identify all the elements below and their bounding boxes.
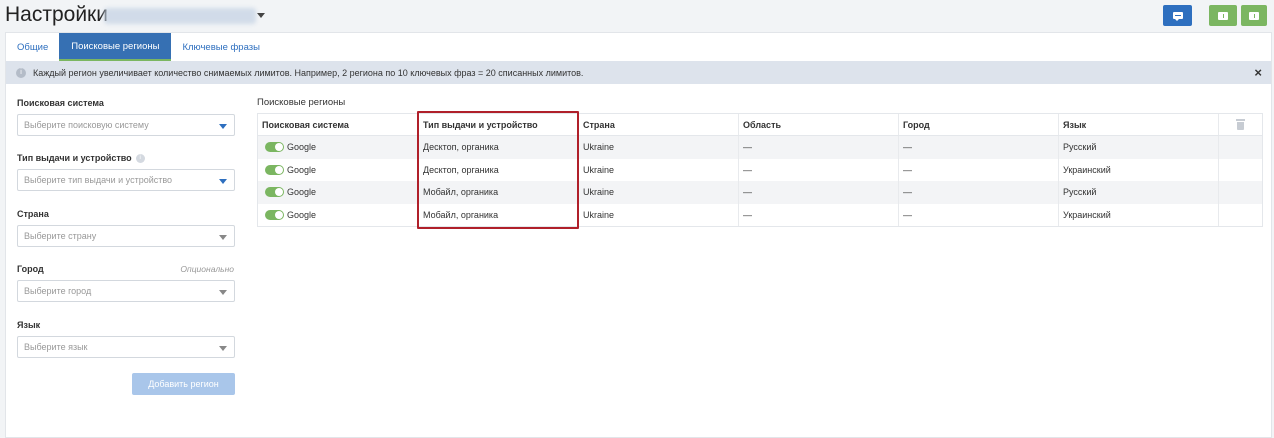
chevron-down-icon[interactable]	[257, 13, 265, 18]
page-title: Настройки	[5, 3, 108, 26]
region-toggle[interactable]	[265, 209, 284, 220]
city-placeholder: Выберите город	[24, 286, 92, 296]
close-icon[interactable]: ×	[1254, 65, 1262, 80]
chat-icon	[1172, 12, 1183, 21]
engine-cell: Google	[258, 136, 418, 159]
serp-type-label: Тип выдачи и устройство i	[17, 153, 145, 163]
chevron-down-icon	[219, 124, 227, 129]
country-cell: Ukraine	[578, 158, 738, 181]
chevron-down-icon	[219, 179, 227, 184]
delete-all-button[interactable]	[1218, 114, 1262, 135]
language-placeholder: Выберите язык	[24, 342, 88, 352]
region-cell: —	[738, 203, 898, 226]
type-cell: Десктоп, органика	[418, 158, 578, 181]
chevron-down-icon	[219, 290, 227, 295]
type-cell: Мобайл, органика	[418, 203, 578, 226]
region-cell: —	[738, 181, 898, 204]
project-selector[interactable]	[104, 8, 256, 24]
serp-type-select[interactable]: Выберите тип выдачи и устройство	[17, 169, 235, 191]
table-row: Google Мобайл, органика Ukraine — — Укра…	[258, 203, 1262, 227]
tab-keywords[interactable]: Ключевые фразы	[171, 33, 270, 61]
type-cell: Десктоп, органика	[418, 136, 578, 159]
tab-search-regions[interactable]: Поисковые регионы	[59, 33, 172, 61]
city-cell: —	[898, 136, 1058, 159]
country-cell: Ukraine	[578, 203, 738, 226]
table-row: Google Мобайл, органика Ukraine — — Русс…	[258, 181, 1262, 204]
search-engine-label: Поисковая система	[17, 98, 104, 108]
column-header: Поисковая система	[262, 119, 349, 130]
info-text: Каждый регион увеличивает количество сни…	[33, 67, 584, 78]
region-cell: —	[738, 158, 898, 181]
city-cell: —	[898, 203, 1058, 226]
trash-icon	[1236, 119, 1245, 130]
city-optional-hint: Опционально	[180, 264, 234, 274]
region-toggle[interactable]	[265, 187, 284, 198]
regions-title: Поисковые регионы	[257, 97, 346, 108]
row-actions	[1218, 203, 1262, 226]
info-banner: i Каждый регион увеличивает количество с…	[6, 61, 1271, 84]
column-header: Область	[738, 114, 898, 135]
country-placeholder: Выберите страну	[24, 231, 97, 241]
engine-cell: Google	[258, 181, 418, 204]
search-engine-placeholder: Выберите поисковую систему	[24, 120, 149, 130]
engine-name: Google	[287, 142, 317, 153]
feedback-button[interactable]	[1209, 5, 1237, 26]
language-select[interactable]: Выберите язык	[17, 336, 235, 358]
city-cell: —	[898, 181, 1058, 204]
language-cell: Русский	[1058, 136, 1218, 159]
chevron-down-icon	[219, 346, 227, 351]
tab-bar: Общие Поисковые регионы Ключевые фразы	[6, 33, 271, 61]
download-button[interactable]	[1241, 5, 1267, 26]
city-label: Город	[17, 264, 44, 274]
column-header: Страна	[578, 114, 738, 135]
country-select[interactable]: Выберите страну	[17, 225, 235, 247]
feedback-icon	[1218, 11, 1228, 20]
country-cell: Ukraine	[578, 136, 738, 159]
serp-type-placeholder: Выберите тип выдачи и устройство	[24, 175, 173, 185]
region-toggle[interactable]	[265, 164, 284, 175]
tab-general[interactable]: Общие	[6, 33, 59, 61]
city-cell: —	[898, 158, 1058, 181]
info-icon: i	[16, 67, 26, 78]
city-select[interactable]: Выберите город	[17, 280, 235, 302]
table-row: Google Десктоп, органика Ukraine — — Укр…	[258, 158, 1262, 182]
engine-cell: Google	[258, 159, 418, 182]
chevron-down-icon	[219, 235, 227, 240]
serp-type-label-text: Тип выдачи и устройство	[17, 153, 132, 163]
engine-cell: Google	[258, 204, 418, 227]
region-toggle[interactable]	[265, 142, 284, 153]
download-icon	[1249, 11, 1259, 20]
column-header: Город	[898, 114, 1058, 135]
page-header: Настройки	[0, 0, 1274, 32]
regions-table: Поисковая система Тип выдачи и устройств…	[257, 113, 1263, 227]
engine-name: Google	[287, 164, 317, 175]
language-cell: Русский	[1058, 181, 1218, 204]
engine-name: Google	[287, 187, 317, 198]
search-engine-select[interactable]: Выберите поисковую систему	[17, 114, 235, 136]
type-cell: Мобайл, органика	[418, 181, 578, 204]
add-region-button[interactable]: Добавить регион	[132, 373, 235, 395]
info-icon[interactable]: i	[135, 153, 145, 163]
language-cell: Украинский	[1058, 203, 1218, 226]
country-cell: Ukraine	[578, 181, 738, 204]
column-header: Тип выдачи и устройство	[418, 114, 578, 135]
country-label: Страна	[17, 209, 49, 219]
row-actions	[1218, 181, 1262, 204]
table-header: Поисковая система Тип выдачи и устройств…	[258, 114, 1262, 136]
region-cell: —	[738, 136, 898, 159]
row-actions	[1218, 158, 1262, 181]
settings-page: Настройки Общие Поисковые регионы Ключев…	[0, 0, 1274, 438]
engine-name: Google	[287, 209, 317, 220]
chat-button[interactable]	[1163, 5, 1192, 26]
language-label: Язык	[17, 320, 41, 330]
row-actions	[1218, 136, 1262, 159]
table-row: Google Десктоп, органика Ukraine — — Рус…	[258, 136, 1262, 159]
column-header: Язык	[1058, 114, 1218, 135]
settings-panel: Общие Поисковые регионы Ключевые фразы i…	[5, 32, 1272, 438]
language-cell: Украинский	[1058, 158, 1218, 181]
